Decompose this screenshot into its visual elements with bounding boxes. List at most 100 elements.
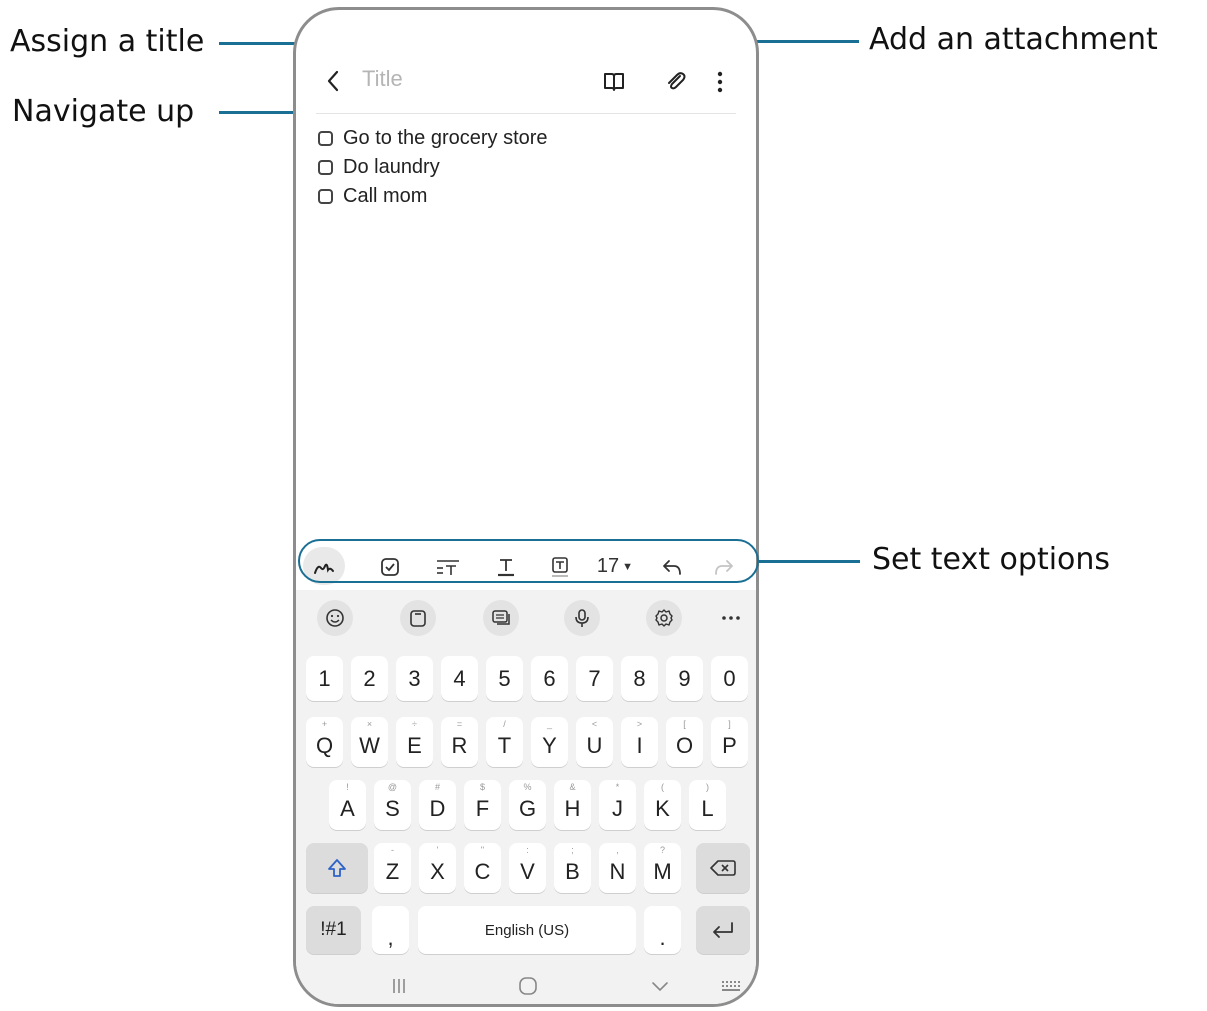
key[interactable]: 3: [396, 656, 433, 701]
voice-input-button[interactable]: [564, 600, 600, 636]
hide-keyboard-button[interactable]: [645, 973, 675, 999]
key-label: G: [518, 796, 537, 821]
key[interactable]: -Z: [374, 843, 411, 893]
recents-button[interactable]: [384, 973, 414, 999]
microphone-icon: [575, 609, 589, 627]
key-symbol: ;: [571, 845, 574, 855]
key[interactable]: ' X: [419, 843, 456, 893]
header-divider: [316, 113, 736, 114]
key-symbol: :: [526, 845, 529, 855]
key-label: J: [612, 796, 623, 821]
key[interactable]: < U: [576, 717, 613, 767]
key[interactable]: ? M: [644, 843, 681, 893]
checkbox[interactable]: [318, 189, 333, 204]
key[interactable]: 8: [621, 656, 658, 701]
checklist-item[interactable]: Do laundry: [318, 153, 548, 182]
key[interactable]: $ F: [464, 780, 501, 830]
keyboard-more-button[interactable]: [718, 606, 744, 630]
key-label: E: [407, 733, 422, 758]
key[interactable]: × W: [351, 717, 388, 767]
key-symbol: ,: [616, 845, 619, 855]
key[interactable]: 9: [666, 656, 703, 701]
keyboard-grid-icon: [722, 981, 740, 991]
key-label: V: [520, 859, 535, 884]
shift-key[interactable]: [306, 843, 368, 893]
key[interactable]: :V: [509, 843, 546, 893]
key[interactable]: ! A: [329, 780, 366, 830]
key-symbol: /: [503, 719, 506, 729]
key[interactable]: / T: [486, 717, 523, 767]
backspace-key[interactable]: [696, 843, 750, 893]
recents-icon: [393, 979, 405, 993]
more-options-button[interactable]: [706, 66, 734, 98]
key[interactable]: 6: [531, 656, 568, 701]
enter-key[interactable]: [696, 906, 750, 954]
key-label: X: [430, 859, 445, 884]
book-icon: [604, 73, 624, 91]
key[interactable]: ] P: [711, 717, 748, 767]
key[interactable]: " C: [464, 843, 501, 893]
key[interactable]: _ Y: [531, 717, 568, 767]
key[interactable]: @ S: [374, 780, 411, 830]
checkbox[interactable]: [318, 160, 333, 175]
key[interactable]: * J: [599, 780, 636, 830]
key-symbol: ": [480, 845, 485, 855]
key[interactable]: 4: [441, 656, 478, 701]
keyboard-icon: [492, 610, 510, 625]
key[interactable]: 5: [486, 656, 523, 701]
key[interactable]: 7: [576, 656, 613, 701]
key-label: I: [636, 733, 643, 758]
clipboard-button[interactable]: [400, 600, 436, 636]
key[interactable]: + Q: [306, 717, 343, 767]
attachment-button[interactable]: [660, 66, 692, 98]
key-symbol: ): [706, 782, 709, 792]
comma-key[interactable]: ,: [372, 906, 409, 954]
key[interactable]: = R: [441, 717, 478, 767]
text-options-outline: [298, 539, 759, 583]
key[interactable]: & H: [554, 780, 591, 830]
key[interactable]: ) L: [689, 780, 726, 830]
symbols-key[interactable]: !#1: [306, 906, 361, 954]
key-symbol: ?: [659, 845, 665, 855]
title-input[interactable]: Title: [362, 66, 403, 92]
key[interactable]: ÷ E: [396, 717, 433, 767]
home-button[interactable]: [513, 973, 543, 999]
enter-icon: [713, 922, 733, 938]
key-symbol: @: [387, 782, 398, 792]
period-key[interactable]: .: [644, 906, 681, 954]
keyboard-mode-button[interactable]: [483, 600, 519, 636]
key[interactable]: > I: [621, 717, 658, 767]
checkbox[interactable]: [318, 131, 333, 146]
checklist-item[interactable]: Go to the grocery store: [318, 124, 548, 153]
note-body[interactable]: Go to the grocery store Do laundry Call …: [318, 124, 548, 211]
keyboard-settings-button[interactable]: [646, 600, 682, 636]
key[interactable]: [O: [666, 717, 703, 767]
key-symbol: &: [569, 782, 576, 792]
key[interactable]: (K: [644, 780, 681, 830]
key[interactable]: % G: [509, 780, 546, 830]
reading-mode-button[interactable]: [598, 66, 630, 98]
callout-navigate-up: Navigate up: [12, 94, 195, 129]
key-label: C: [474, 859, 491, 884]
key-label: S: [385, 796, 400, 821]
key[interactable]: ; B: [554, 843, 591, 893]
key[interactable]: 1: [306, 656, 343, 701]
key[interactable]: 2: [351, 656, 388, 701]
key-symbol: %: [523, 782, 532, 792]
emoji-button[interactable]: [317, 600, 353, 636]
back-button[interactable]: [318, 66, 348, 96]
checklist-item[interactable]: Call mom: [318, 182, 548, 211]
key-label: L: [701, 796, 714, 821]
more-horizontal-icon: [722, 616, 740, 620]
key[interactable]: ,N: [599, 843, 636, 893]
key-label: T: [497, 733, 512, 758]
navigation-bar: [296, 965, 756, 1004]
key[interactable]: # D: [419, 780, 456, 830]
key-label: A: [340, 796, 355, 821]
space-key[interactable]: English (US): [418, 906, 636, 954]
key-label: 1: [318, 665, 331, 691]
callout-assign-title: Assign a title: [10, 24, 205, 59]
key[interactable]: 0: [711, 656, 748, 701]
key-symbol: ÷: [412, 719, 417, 729]
keyboard-switch-button[interactable]: [716, 973, 746, 999]
